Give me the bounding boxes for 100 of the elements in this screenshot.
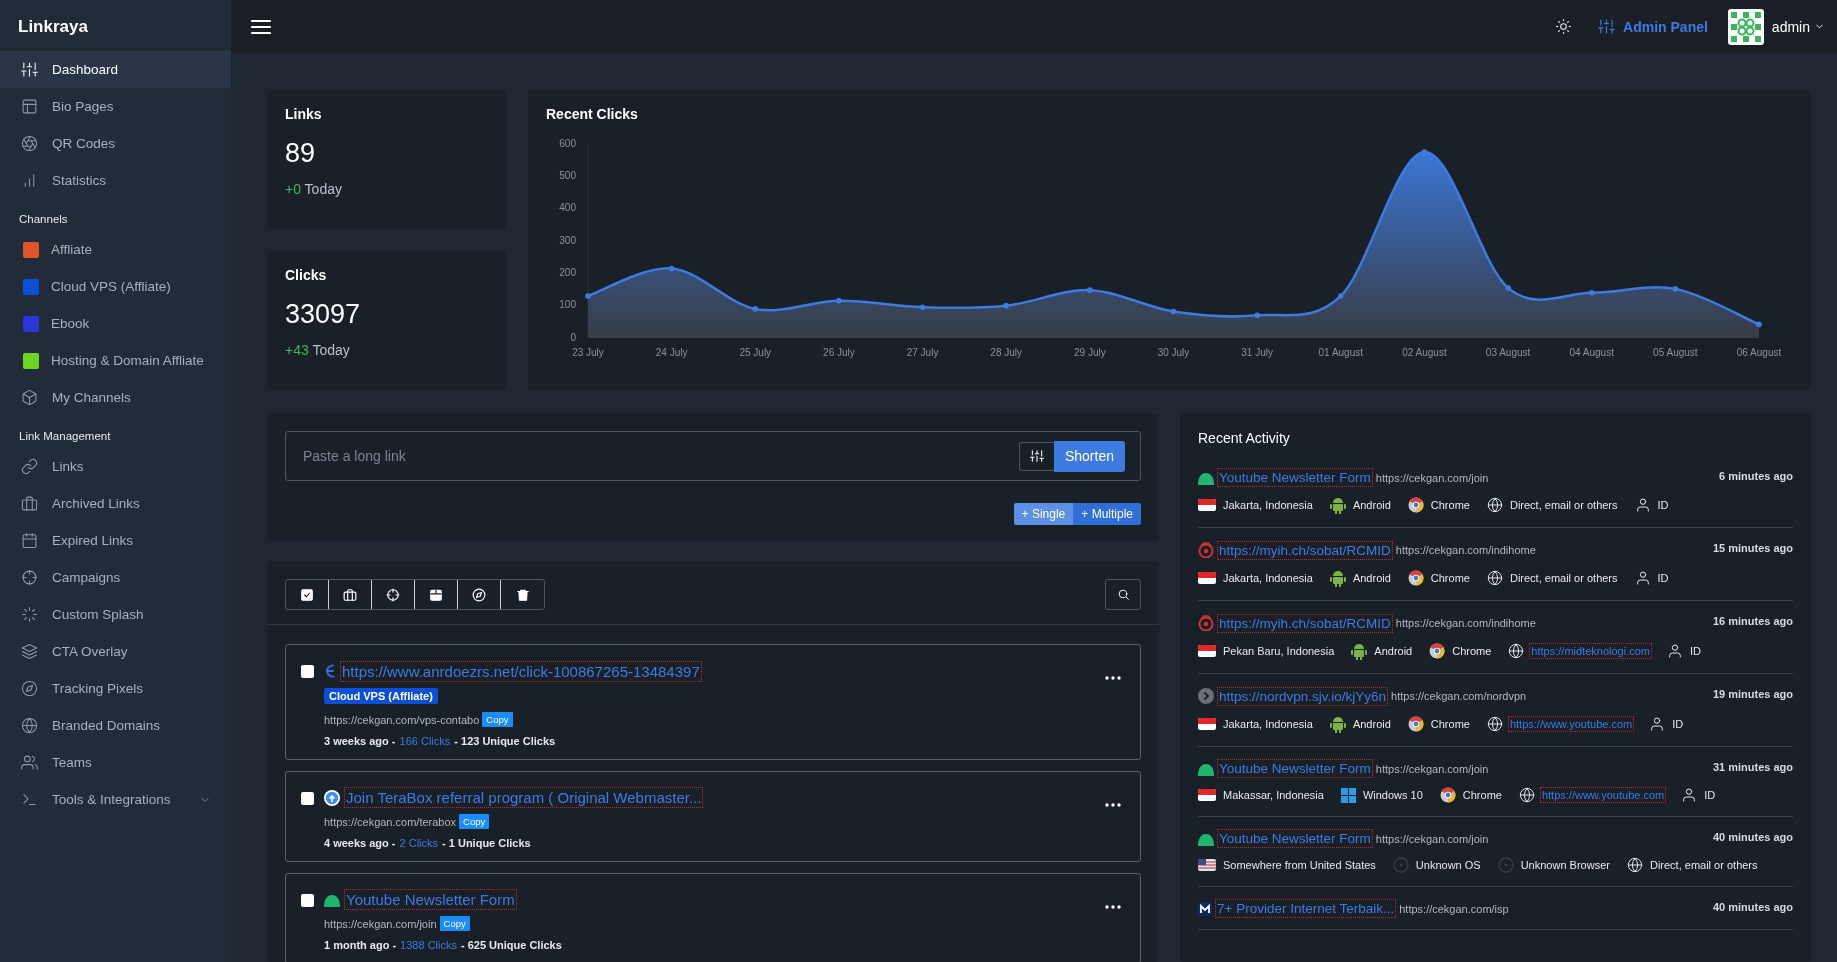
sidebar-item[interactable]: Statistics bbox=[0, 162, 231, 199]
sidebar-item[interactable]: Dashboard bbox=[0, 51, 231, 88]
referrer-link[interactable]: https://www.youtube.com bbox=[1509, 718, 1633, 730]
visit-detail: Chrome bbox=[1430, 499, 1470, 511]
logo-icon bbox=[324, 662, 336, 680]
windows-icon bbox=[1340, 787, 1356, 803]
sidebar-item[interactable]: Bio Pages bbox=[0, 88, 231, 125]
stat-value: 33097 bbox=[285, 299, 361, 330]
browser-icon bbox=[1429, 643, 1446, 659]
activity-time: 6 minutes ago bbox=[1719, 470, 1793, 482]
visit-detail: ID bbox=[1672, 718, 1684, 730]
globe-icon bbox=[1508, 643, 1525, 659]
sidebar-item[interactable]: Links bbox=[0, 448, 231, 485]
globe-icon bbox=[1486, 497, 1503, 513]
clicks-link[interactable]: 166 Clicks bbox=[399, 735, 451, 747]
x-tick-label: 27 July bbox=[906, 347, 939, 358]
sidebar-item[interactable]: CTA Overlay bbox=[0, 633, 231, 670]
activity-time: 15 minutes ago bbox=[1712, 542, 1793, 554]
visit-detail: Jakarta, Indonesia bbox=[1223, 718, 1313, 730]
checkbox[interactable] bbox=[301, 894, 314, 907]
shorten-button[interactable]: Shorten bbox=[1053, 440, 1125, 472]
copy-button[interactable]: Copy bbox=[459, 814, 490, 829]
link-title[interactable]: Youtube Newsletter Form bbox=[346, 891, 515, 908]
search-button[interactable] bbox=[1105, 579, 1141, 610]
user-menu[interactable]: admin bbox=[1771, 18, 1825, 35]
clicks-link[interactable]: 1388 Clicks bbox=[400, 939, 457, 951]
referrer-link[interactable]: https://www.youtube.com bbox=[1541, 789, 1665, 801]
data-point bbox=[752, 306, 759, 312]
sidebar-item[interactable]: Archived Links bbox=[0, 485, 231, 522]
sidebar-item[interactable]: QR Codes bbox=[0, 125, 231, 162]
referrer-link[interactable]: https://midteknologi.com bbox=[1531, 645, 1650, 657]
x-tick-label: 03 August bbox=[1485, 347, 1531, 358]
visit-detail: Direct, email or others bbox=[1509, 572, 1618, 584]
y-tick-label: 300 bbox=[559, 234, 576, 246]
visit-detail: ID bbox=[1704, 789, 1716, 801]
unique-clicks: - 123 Unique Clicks bbox=[454, 735, 556, 747]
checkbox[interactable] bbox=[301, 665, 314, 678]
stat-delta: +0 Today bbox=[285, 181, 342, 197]
activity-link[interactable]: https://nordvpn.sjv.io/kjYy6n bbox=[1219, 688, 1387, 704]
x-tick-label: 30 July bbox=[1157, 347, 1190, 358]
x-tick-label: 01 August bbox=[1318, 347, 1364, 358]
mode-tab[interactable]: + Multiple bbox=[1073, 503, 1141, 525]
data-point bbox=[585, 293, 591, 299]
flag-icon bbox=[1198, 572, 1216, 584]
sidebar-item[interactable]: My Channels bbox=[0, 379, 231, 416]
x-tick-label: 23 July bbox=[572, 347, 604, 358]
browser-icon bbox=[1407, 716, 1424, 732]
checkbox[interactable] bbox=[301, 792, 314, 805]
visit-detail: Direct, email or others bbox=[1649, 859, 1758, 871]
sidebar-item[interactable]: Expired Links bbox=[0, 522, 231, 559]
link-title[interactable]: https://www.anrdoezrs.net/click-100867265-13484397 bbox=[342, 662, 700, 680]
activity-link[interactable]: https://myih.ch/sobat/RCMID bbox=[1219, 615, 1391, 631]
short-url: https://cekgan.com/join bbox=[1375, 471, 1490, 484]
activity-time: 16 minutes ago bbox=[1712, 615, 1793, 627]
sidebar-item[interactable]: Teams bbox=[0, 744, 231, 781]
link-age: 1 month ago - bbox=[324, 939, 397, 951]
activity-link[interactable]: 7+ Provider Internet Terbaik... bbox=[1217, 901, 1395, 916]
sidebar-item[interactable]: Cloud VPS (Affliate) bbox=[0, 268, 231, 305]
sidebar-item[interactable]: Hosting & Domain Affliate bbox=[0, 342, 231, 379]
options-button[interactable] bbox=[1018, 441, 1054, 471]
sidebar-item[interactable]: Branded Domains bbox=[0, 707, 231, 744]
more-icon bbox=[1105, 676, 1121, 680]
link-age: 4 weeks ago - bbox=[324, 837, 396, 849]
link-title[interactable]: Join TeraBox referral program ( Original Webmaster... bbox=[346, 789, 702, 806]
sidebar-item[interactable]: Campaigns bbox=[0, 559, 231, 596]
sidebar-item[interactable]: Tracking Pixels bbox=[0, 670, 231, 707]
admin-panel-link[interactable]: Admin Panel bbox=[1598, 18, 1708, 35]
browser-icon bbox=[1407, 570, 1424, 586]
activity-link[interactable]: Youtube Newsletter Form bbox=[1219, 831, 1371, 846]
mode-tab[interactable]: + Single bbox=[1013, 503, 1074, 525]
short-url: https://cekgan.com/indihome bbox=[1395, 617, 1537, 629]
android-icon bbox=[1329, 569, 1346, 587]
link-input[interactable]: Paste a long link Shorten bbox=[285, 431, 1141, 481]
section-heading: Channels bbox=[19, 213, 68, 225]
user-icon bbox=[1649, 716, 1666, 732]
theme-toggle[interactable] bbox=[1555, 18, 1573, 35]
copy-button[interactable]: Copy bbox=[439, 916, 470, 931]
stat-title: Links bbox=[285, 106, 322, 122]
sidebar-item[interactable]: Custom Splash bbox=[0, 596, 231, 633]
unique-clicks: - 1 Unique Clicks bbox=[442, 837, 531, 849]
square-logo-icon bbox=[1198, 901, 1212, 916]
activity-link[interactable]: Youtube Newsletter Form bbox=[1219, 470, 1371, 485]
sidebar-item[interactable]: Tools & Integrations bbox=[0, 781, 231, 818]
user-icon bbox=[1634, 570, 1651, 586]
activity-link[interactable]: Youtube Newsletter Form bbox=[1219, 761, 1371, 776]
visit-detail: Chrome bbox=[1430, 718, 1470, 730]
data-point bbox=[836, 298, 842, 304]
short-url: https://cekgan.com/isp bbox=[1399, 902, 1510, 915]
terminal-icon bbox=[21, 791, 38, 808]
clicks-link[interactable]: 2 Clicks bbox=[399, 837, 439, 849]
bubble-icon bbox=[1198, 761, 1214, 776]
sidebar-item[interactable]: Affliate bbox=[0, 231, 231, 268]
visit-detail: ID bbox=[1657, 499, 1669, 511]
activity-link[interactable]: https://myih.ch/sobat/RCMID bbox=[1219, 542, 1391, 558]
short-url: https://cekgan.com/terabox bbox=[324, 815, 457, 828]
visit-detail: Jakarta, Indonesia bbox=[1223, 499, 1313, 511]
sliders-icon bbox=[1029, 449, 1044, 463]
copy-button[interactable]: Copy bbox=[482, 712, 513, 727]
sidebar-item[interactable]: Ebook bbox=[0, 305, 231, 342]
globe-icon bbox=[21, 717, 38, 734]
